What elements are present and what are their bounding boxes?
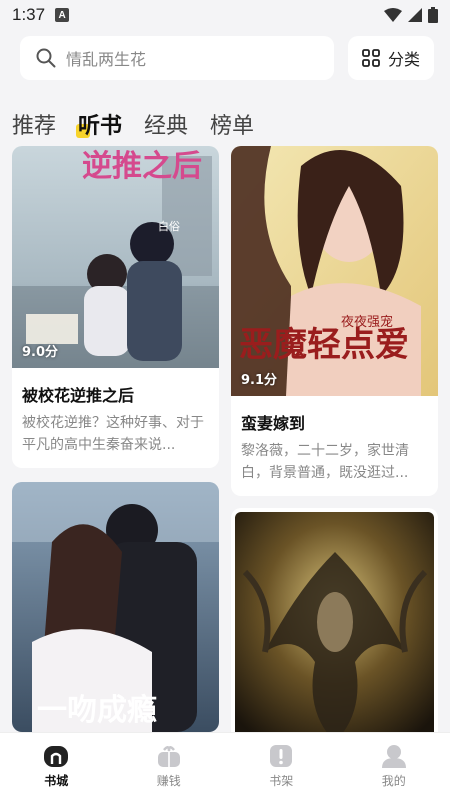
book-desc: 黎洛薇，二十二岁，家世清白，背景普通，既没逛过... [241, 443, 409, 481]
cover-title: 恶魔轻点爱 [239, 325, 409, 365]
book-score: 9.0分 [22, 345, 59, 360]
tab-audiobook[interactable]: 听书 [76, 108, 122, 140]
book-title[interactable]: 蛮妻嫁到 [231, 396, 438, 440]
nav-label: 我的 [381, 774, 406, 788]
cover-author: 白俗 [158, 219, 180, 233]
nav-label: 书架 [269, 774, 294, 788]
bottom-nav: 书城 赚钱 书架 我的 [0, 732, 450, 800]
cover-title-line-1: 逆推之后 [82, 149, 202, 184]
search-placeholder: 情乱两生花 [66, 50, 147, 69]
nav-bookstore[interactable]: 书城 [0, 733, 113, 800]
cover-illustration: 恶魔轻点爱 夜夜强宠 [231, 146, 438, 396]
nav-label: 赚钱 [156, 774, 181, 788]
battery-icon [428, 7, 438, 23]
book-card[interactable] [231, 508, 438, 732]
nav-profile[interactable]: 我的 [338, 733, 450, 800]
cover-illustration: 一吻成瘾 [12, 482, 219, 732]
search-row: 情乱两生花 分类 [20, 36, 434, 80]
book-card[interactable]: 逆推之后 白俗 9.0分 被校花逆推之后 被校花逆推？这种好事、对于平凡的高中生… [12, 146, 219, 468]
tab-bar: 推荐 听书 经典 榜单 [12, 100, 254, 140]
wifi-icon [384, 8, 402, 22]
status-time: 1:37 [12, 5, 46, 24]
book-cover[interactable]: 一吻成瘾 [12, 482, 219, 732]
cover-title: 一吻成瘾 [37, 693, 157, 728]
gift-icon [157, 746, 180, 767]
cover-illustration [235, 512, 434, 732]
grid-icon [362, 49, 380, 67]
book-desc: 被校花逆推？这种好事、对于平凡的高中生秦奋来说... [22, 415, 204, 453]
status-icons [384, 7, 438, 23]
book-feed[interactable]: 逆推之后 白俗 9.0分 被校花逆推之后 被校花逆推？这种好事、对于平凡的高中生… [12, 146, 438, 732]
tab-recommend[interactable]: 推荐 [12, 108, 56, 140]
tab-classic[interactable]: 经典 [144, 108, 188, 140]
bookshelf-icon [270, 745, 293, 767]
book-title[interactable]: 被校花逆推之后 [12, 368, 219, 412]
category-button[interactable]: 分类 [348, 36, 434, 80]
nav-earn[interactable]: 赚钱 [113, 733, 226, 800]
status-bar: 1:37 A [0, 0, 450, 30]
book-cover[interactable]: 恶魔轻点爱 夜夜强宠 9.1分 [231, 146, 438, 396]
search-icon [36, 48, 56, 68]
notification-badge: A [55, 8, 70, 22]
book-score: 9.1分 [241, 373, 278, 388]
profile-icon [381, 745, 406, 768]
nav-label: 书城 [44, 774, 69, 788]
book-card[interactable]: 一吻成瘾 [12, 482, 219, 732]
home-icon [44, 746, 69, 767]
category-label: 分类 [387, 50, 420, 69]
nav-bookshelf[interactable]: 书架 [225, 733, 338, 800]
book-card[interactable]: 恶魔轻点爱 夜夜强宠 9.1分 蛮妻嫁到 黎洛薇，二十二岁，家世清白，背景普通，… [231, 146, 438, 496]
book-cover[interactable] [235, 512, 434, 732]
search-input[interactable]: 情乱两生花 [20, 36, 334, 80]
cover-illustration: 逆推之后 白俗 [12, 146, 219, 368]
cover-tag: 夜夜强宠 [341, 314, 393, 330]
book-cover[interactable]: 逆推之后 白俗 9.0分 [12, 146, 219, 368]
tab-ranking[interactable]: 榜单 [210, 108, 254, 140]
signal-icon [408, 8, 422, 22]
